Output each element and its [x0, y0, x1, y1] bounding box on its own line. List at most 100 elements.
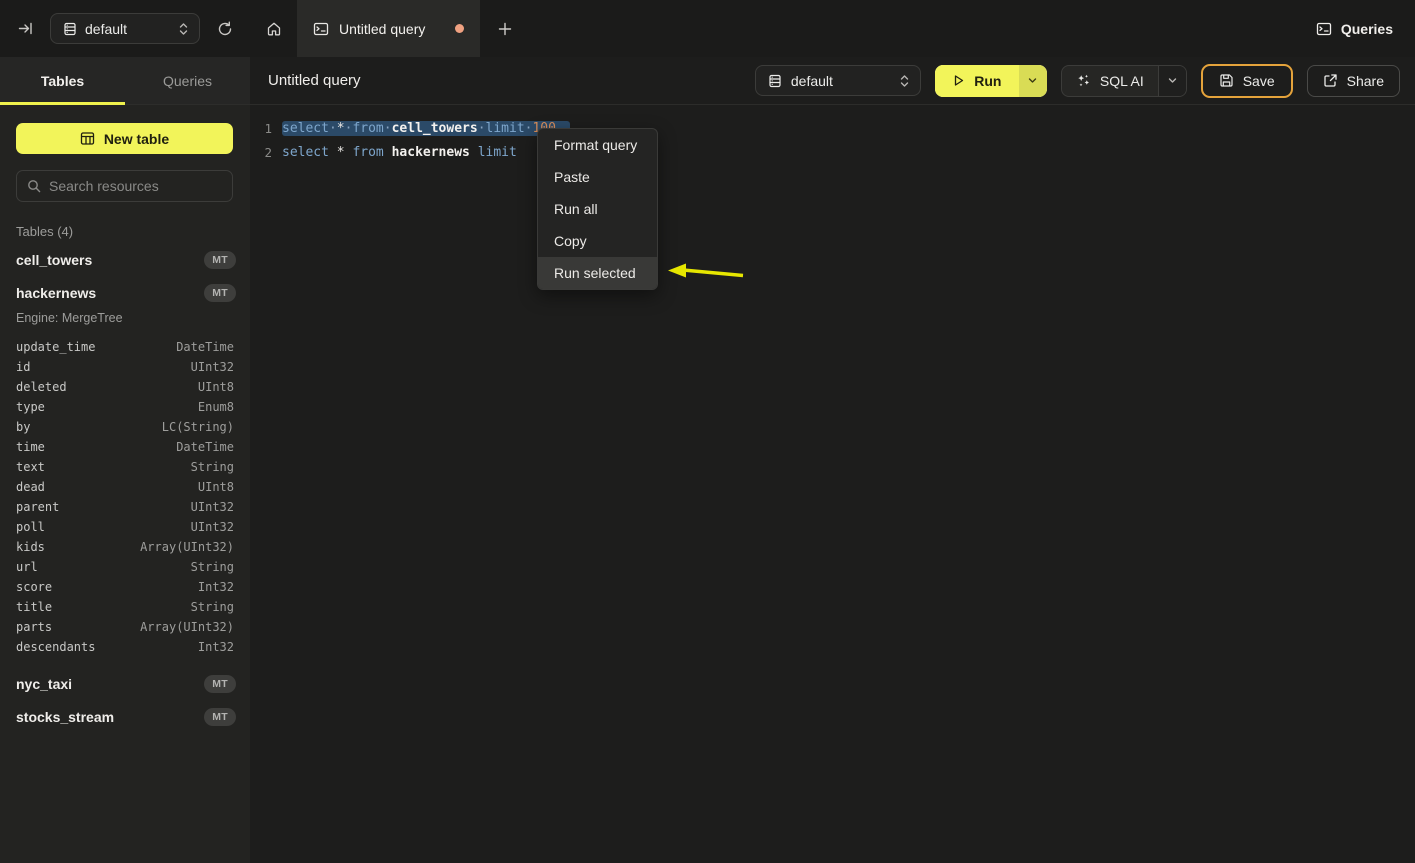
collapse-sidebar-icon[interactable] — [12, 16, 38, 42]
column-name: parent — [16, 500, 59, 514]
refresh-icon[interactable] — [212, 16, 238, 42]
table-item-cell_towers[interactable]: cell_towersMT — [0, 243, 250, 276]
column-type: Enum8 — [198, 400, 234, 414]
run-button[interactable]: Run — [935, 65, 1047, 97]
sql-ai-main[interactable]: SQL AI — [1062, 66, 1158, 96]
toolbar-right: default Run — [755, 64, 1400, 98]
column-name: type — [16, 400, 45, 414]
tables-section-label: Tables (4) — [16, 224, 250, 239]
sql-ai-caret[interactable] — [1158, 66, 1186, 96]
column-name: text — [16, 460, 45, 474]
column-type: String — [191, 460, 234, 474]
context-menu-item-run-all[interactable]: Run all — [538, 193, 657, 225]
sql-editor[interactable]: 1select * from cell_towers limit 1002sel… — [250, 105, 1415, 863]
context-menu-item-paste[interactable]: Paste — [538, 161, 657, 193]
column-type: DateTime — [176, 340, 234, 354]
column-name: update_time — [16, 340, 95, 354]
column-name: title — [16, 600, 52, 614]
chevron-down-icon — [1027, 75, 1038, 86]
column-row: update_time DateTime — [0, 337, 250, 357]
sql-ai-button[interactable]: SQL AI — [1061, 65, 1187, 97]
column-type: Array(UInt32) — [140, 620, 234, 634]
column-name: kids — [16, 540, 45, 554]
column-row: parentUInt32 — [0, 497, 250, 517]
plus-icon — [498, 22, 512, 36]
page-title: Untitled query — [268, 72, 361, 89]
column-name: score — [16, 580, 52, 594]
column-type: DateTime — [176, 440, 234, 454]
terminal-icon — [1316, 21, 1332, 37]
topbar-left: default — [0, 0, 250, 57]
column-type: Array(UInt32) — [140, 540, 234, 554]
run-options-caret[interactable] — [1019, 65, 1047, 97]
tab-label: Untitled query — [339, 21, 425, 37]
engine-badge: MT — [204, 675, 236, 693]
column-row: id UInt32 — [0, 357, 250, 377]
context-menu-item-format-query[interactable]: Format query — [538, 129, 657, 161]
engine-badge: MT — [204, 708, 236, 726]
workspace: Tables Queries New table Tables (4) cell… — [0, 57, 1415, 863]
column-row: deletedUInt8 — [0, 377, 250, 397]
code-line-1[interactable]: 1select * from cell_towers limit 100 — [250, 116, 1415, 140]
topbar-database-value: default — [85, 21, 127, 37]
query-database-selector[interactable]: default — [755, 65, 921, 96]
column-type: LC(String) — [162, 420, 234, 434]
context-menu-item-run-selected[interactable]: Run selected — [538, 257, 657, 289]
column-row: time DateTime — [0, 437, 250, 457]
queries-button[interactable]: Queries — [1316, 21, 1393, 37]
context-menu-item-copy[interactable]: Copy — [538, 225, 657, 257]
table-name: hackernews — [16, 285, 96, 301]
engine-badge: MT — [204, 284, 236, 302]
tab-strip: Untitled query — [250, 0, 1316, 57]
table-name: cell_towers — [16, 252, 92, 268]
column-type: UInt32 — [191, 360, 234, 374]
column-row: kids Array(UInt32) — [0, 537, 250, 557]
context-menu: Format queryPasteRun allCopyRun selected — [537, 128, 658, 290]
column-row: deadUInt8 — [0, 477, 250, 497]
sidebar: Tables Queries New table Tables (4) cell… — [0, 57, 250, 863]
search-box[interactable] — [16, 170, 233, 202]
table-item-stocks_stream[interactable]: stocks_stream MT — [0, 700, 250, 733]
updown-chevrons-icon — [899, 74, 910, 88]
new-table-label: New table — [104, 131, 169, 147]
search-input[interactable] — [49, 178, 222, 194]
tab-untitled-query[interactable]: Untitled query — [297, 0, 480, 57]
column-row: urlString — [0, 557, 250, 577]
sidebar-tab-tables[interactable]: Tables — [0, 57, 125, 104]
table-name: stocks_stream — [16, 709, 114, 725]
column-name: by — [16, 420, 30, 434]
topbar-database-selector[interactable]: default — [50, 13, 200, 44]
save-button[interactable]: Save — [1201, 64, 1293, 98]
table-item-hackernews[interactable]: hackernews MT — [0, 276, 250, 309]
column-row: scoreInt32 — [0, 577, 250, 597]
column-name: time — [16, 440, 45, 454]
column-type: UInt8 — [198, 480, 234, 494]
table-item-nyc_taxi[interactable]: nyc_taxiMT — [0, 667, 250, 700]
save-icon — [1219, 73, 1234, 88]
new-table-button[interactable]: New table — [16, 123, 233, 154]
play-icon — [952, 74, 965, 87]
column-type: String — [191, 560, 234, 574]
sidebar-tab-queries[interactable]: Queries — [125, 57, 250, 104]
run-button-main[interactable]: Run — [935, 65, 1019, 97]
column-name: parts — [16, 620, 52, 634]
column-name: id — [16, 360, 30, 374]
column-type: String — [191, 600, 234, 614]
code-line-2[interactable]: 2select * from hackernews limit — [250, 140, 1415, 164]
updown-chevrons-icon — [178, 22, 189, 36]
tables-list: cell_towersMThackernewsMTEngine: MergeTr… — [0, 243, 250, 733]
selected-code-text: select * from cell_towers limit 100 — [282, 121, 570, 136]
sidebar-tab-tables-label: Tables — [41, 73, 84, 89]
save-button-label: Save — [1243, 73, 1275, 89]
sql-ai-label: SQL AI — [1100, 73, 1144, 89]
share-button[interactable]: Share — [1307, 65, 1400, 97]
column-type: Int32 — [198, 640, 234, 654]
column-name: poll — [16, 520, 45, 534]
tab-home[interactable] — [250, 0, 297, 57]
line-number: 1 — [250, 121, 282, 136]
query-database-value: default — [791, 73, 833, 89]
column-row: by LC(String) — [0, 417, 250, 437]
sidebar-body: New table — [0, 105, 250, 202]
table-grid-icon — [80, 131, 95, 146]
new-tab-button[interactable] — [480, 0, 530, 57]
